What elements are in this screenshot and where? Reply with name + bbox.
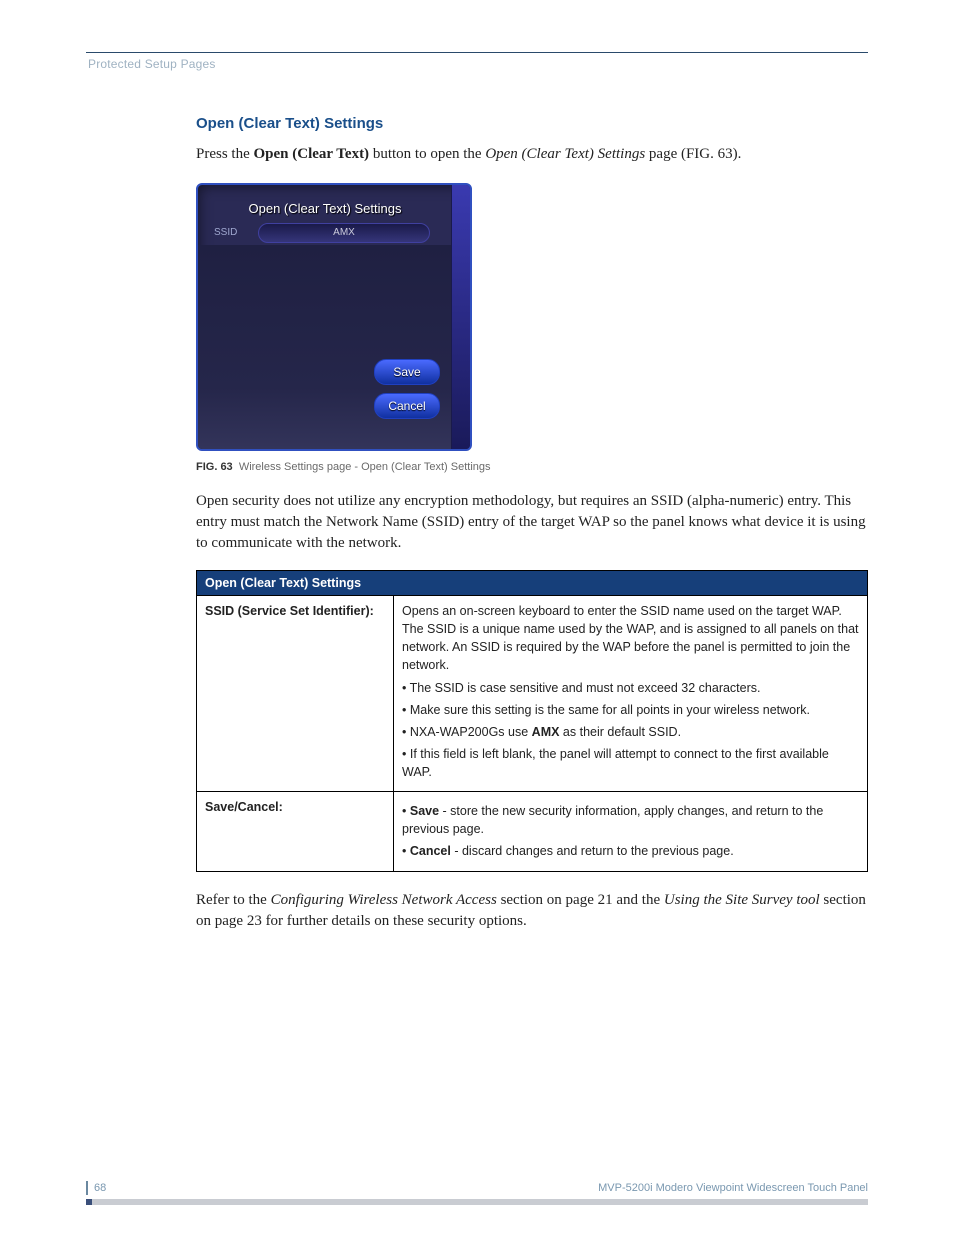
intro-bold: Open (Clear Text)	[254, 146, 370, 162]
ssid-input[interactable]: AMX	[258, 223, 430, 243]
row1-bullet4: • If this field is left blank, the panel…	[402, 745, 859, 781]
ssid-label: SSID	[214, 227, 237, 238]
cancel-button[interactable]: Cancel	[374, 393, 440, 419]
paragraph-security: Open security does not utilize any encry…	[196, 491, 868, 554]
footer-rule	[86, 1199, 868, 1205]
save-button[interactable]: Save	[374, 359, 440, 385]
closing-paragraph: Refer to the Configuring Wireless Networ…	[196, 890, 868, 932]
intro-mid: button to open the	[369, 146, 485, 162]
figure-text: Wireless Settings page - Open (Clear Tex…	[239, 461, 491, 473]
device-screenshot: Open (Clear Text) Settings SSID AMX Save…	[196, 183, 472, 451]
doc-title: MVP-5200i Modero Viewpoint Widescreen To…	[598, 1182, 868, 1194]
closing-i2: Using the Site Survey tool	[664, 892, 820, 908]
modal-title: Open (Clear Text) Settings	[198, 201, 452, 216]
row1-desc: Opens an on-screen keyboard to enter the…	[402, 602, 859, 675]
row2-bullet1: • Save - store the new security informat…	[402, 802, 859, 838]
row1-bullet2: • Make sure this setting is the same for…	[402, 701, 859, 719]
row2-value: • Save - store the new security informat…	[394, 792, 868, 871]
page: Protected Setup Pages Open (Clear Text) …	[0, 0, 954, 1235]
top-rule	[86, 52, 868, 53]
row2-label: Save/Cancel:	[197, 792, 394, 871]
row2-save-bold: Save	[410, 804, 439, 818]
footer-bar-icon	[86, 1181, 88, 1195]
intro-paragraph: Press the Open (Clear Text) button to op…	[196, 144, 868, 165]
figure-number: FIG. 63	[196, 461, 233, 473]
page-number-block: 68	[86, 1181, 106, 1195]
section-title: Open (Clear Text) Settings	[196, 115, 868, 132]
page-number: 68	[94, 1182, 106, 1194]
row1-label: SSID (Service Set Identifier):	[197, 596, 394, 792]
row1-b1-text: The SSID is case sensitive and must not …	[410, 681, 761, 695]
intro-italic: Open (Clear Text) Settings	[485, 146, 645, 162]
row1-b2-text: Make sure this setting is the same for a…	[410, 703, 810, 717]
footer-line: 68 MVP-5200i Modero Viewpoint Widescreen…	[86, 1181, 868, 1195]
figure: Open (Clear Text) Settings SSID AMX Save…	[196, 183, 868, 473]
table-header: Open (Clear Text) Settings	[197, 571, 868, 596]
row1-b3b: AMX	[532, 725, 560, 739]
intro-suffix: page (FIG. 63).	[645, 146, 741, 162]
row1-value: Opens an on-screen keyboard to enter the…	[394, 596, 868, 792]
footer: 68 MVP-5200i Modero Viewpoint Widescreen…	[86, 1181, 868, 1205]
row1-b4-text: If this field is left blank, the panel w…	[402, 747, 829, 779]
row1-bullet3: • NXA-WAP200Gs use AMX as their default …	[402, 723, 859, 741]
row1-bullet1: • The SSID is case sensitive and must no…	[402, 679, 859, 697]
row2-bullet2: • Cancel - discard changes and return to…	[402, 842, 859, 860]
row1-b3c: as their default SSID.	[559, 725, 681, 739]
breadcrumb: Protected Setup Pages	[88, 57, 868, 71]
closing-t1: Refer to the	[196, 892, 271, 908]
settings-table: Open (Clear Text) Settings SSID (Service…	[196, 570, 868, 872]
figure-caption: FIG. 63 Wireless Settings page - Open (C…	[196, 461, 868, 473]
main-content: Open (Clear Text) Settings Press the Ope…	[196, 115, 868, 932]
row2-save-text: - store the new security information, ap…	[402, 804, 823, 836]
table-row: Save/Cancel: • Save - store the new secu…	[197, 792, 868, 871]
row1-b3a: NXA-WAP200Gs use	[410, 725, 532, 739]
closing-t2: section on page 21 and the	[497, 892, 664, 908]
row2-cancel-text: - discard changes and return to the prev…	[451, 844, 734, 858]
table-row: SSID (Service Set Identifier): Opens an …	[197, 596, 868, 792]
row2-cancel-bold: Cancel	[410, 844, 451, 858]
intro-prefix: Press the	[196, 146, 254, 162]
closing-i1: Configuring Wireless Network Access	[271, 892, 497, 908]
